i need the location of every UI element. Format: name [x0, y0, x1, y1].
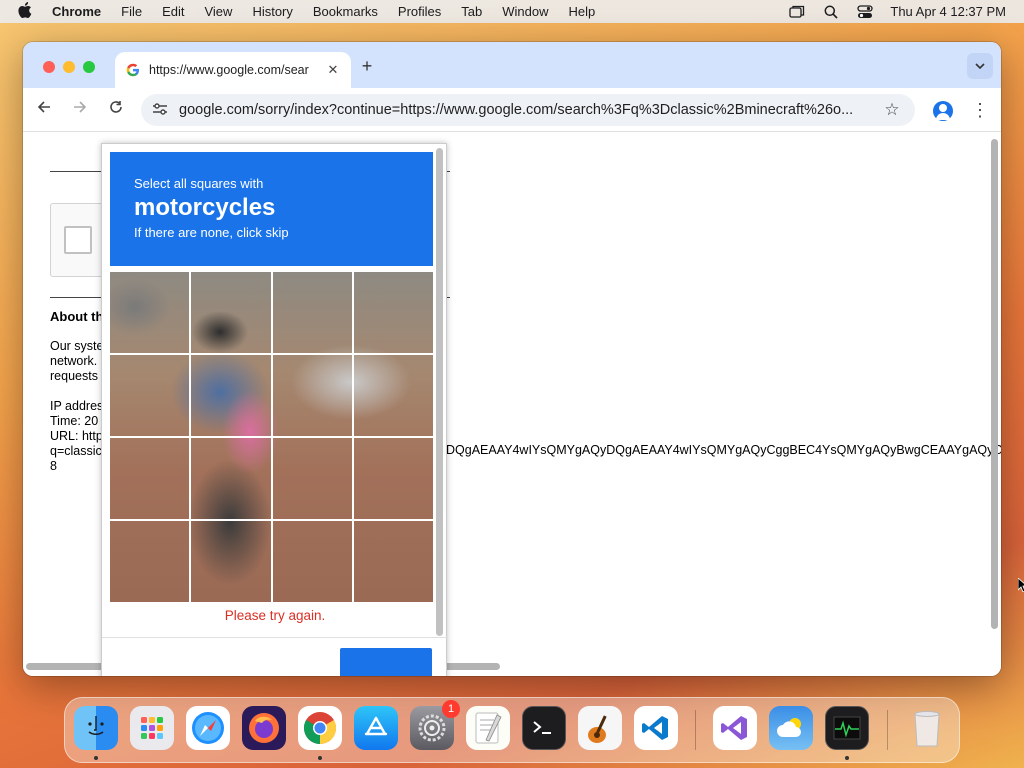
close-tab-icon[interactable]: ✕ — [325, 62, 341, 78]
bookmark-star-icon[interactable]: ☆ — [881, 100, 903, 120]
tab-strip: https://www.google.com/sear ✕ + — [23, 42, 1001, 88]
time-line: Time: 20 — [50, 414, 99, 428]
page-content: About th Our syste network. requests IP … — [23, 133, 1001, 676]
forward-button[interactable] — [70, 100, 90, 120]
captcha-tile[interactable] — [272, 355, 352, 436]
paragraph-line: requests — [50, 369, 98, 383]
menubar-clock[interactable]: Thu Apr 4 12:37 PM — [890, 4, 1006, 19]
captcha-skip-hint: If there are none, click skip — [134, 225, 289, 240]
trash-icon[interactable] — [905, 706, 949, 750]
captcha-tile[interactable] — [191, 272, 271, 353]
menu-chrome[interactable]: Chrome — [52, 4, 101, 19]
menu-view[interactable]: View — [204, 4, 232, 19]
appstore-icon[interactable] — [354, 706, 398, 750]
garageband-icon[interactable] — [578, 706, 622, 750]
launchpad-icon[interactable] — [130, 706, 174, 750]
site-info-icon[interactable] — [151, 102, 169, 119]
captcha-tile[interactable] — [191, 355, 271, 436]
captcha-target-object: motorcycles — [134, 194, 276, 221]
close-window-button[interactable] — [43, 61, 55, 73]
visualstudio-icon[interactable] — [713, 706, 757, 750]
dock-separator — [887, 710, 888, 750]
menu-bookmarks[interactable]: Bookmarks — [313, 4, 378, 19]
running-indicator — [94, 756, 98, 760]
url-continuation-text: DQgAEAAY4wIYsQMYgAQyDQgAEAAY4wIYsQMYgAQy… — [446, 443, 1001, 457]
firefox-icon[interactable] — [242, 706, 286, 750]
captcha-tile[interactable] — [353, 355, 433, 436]
apple-menu-icon[interactable] — [18, 1, 34, 22]
captcha-instruction: Select all squares with — [134, 176, 264, 191]
browser-toolbar: google.com/sorry/index?continue=https://… — [23, 88, 1001, 132]
dock-separator — [695, 710, 696, 750]
captcha-tile[interactable] — [353, 438, 433, 519]
running-indicator — [318, 756, 322, 760]
chrome-menu-icon[interactable]: ⋮ — [971, 100, 989, 120]
menu-help[interactable]: Help — [569, 4, 596, 19]
captcha-tile[interactable] — [191, 521, 271, 602]
running-indicator — [845, 756, 849, 760]
menu-file[interactable]: File — [121, 4, 142, 19]
tab-google-search[interactable]: https://www.google.com/sear ✕ — [115, 52, 351, 88]
captcha-footer-divider — [102, 637, 448, 638]
captcha-image-grid — [110, 272, 433, 602]
menu-window[interactable]: Window — [502, 4, 548, 19]
vscode-icon[interactable] — [634, 706, 678, 750]
query-line: q=classic — [50, 444, 102, 458]
tab-title: https://www.google.com/sear — [149, 63, 309, 77]
url-line: URL: http — [50, 429, 103, 443]
minimize-window-button[interactable] — [63, 61, 75, 73]
chrome-window: https://www.google.com/sear ✕ + google.c… — [23, 42, 1001, 676]
activitymonitor-icon[interactable] — [825, 706, 869, 750]
menu-history[interactable]: History — [252, 4, 292, 19]
vertical-scrollbar[interactable] — [991, 139, 998, 629]
captcha-tile[interactable] — [272, 438, 352, 519]
new-tab-button[interactable]: + — [357, 56, 377, 76]
reload-button[interactable] — [106, 100, 126, 120]
captcha-challenge-dialog: Select all squares with motorcycles If t… — [101, 143, 448, 676]
address-bar[interactable]: google.com/sorry/index?continue=https://… — [141, 94, 915, 126]
notification-badge: 1 — [442, 700, 460, 718]
google-favicon-icon — [125, 62, 141, 78]
ip-address-line: IP addres — [50, 399, 104, 413]
tab-search-button[interactable] — [967, 53, 993, 79]
about-heading: About th — [50, 309, 104, 324]
menu-tab[interactable]: Tab — [461, 4, 482, 19]
textedit-icon[interactable] — [466, 706, 510, 750]
number-line: 8 — [50, 459, 57, 473]
captcha-tile[interactable] — [353, 521, 433, 602]
weather-icon[interactable] — [769, 706, 813, 750]
menu-edit[interactable]: Edit — [162, 4, 184, 19]
profile-avatar-icon[interactable] — [933, 101, 953, 121]
menu-bar: Chrome File Edit View History Bookmarks … — [0, 0, 1024, 23]
back-button[interactable] — [34, 100, 54, 120]
zoom-window-button[interactable] — [83, 61, 95, 73]
recaptcha-checkbox[interactable] — [64, 226, 92, 254]
terminal-icon[interactable] — [522, 706, 566, 750]
menu-profiles[interactable]: Profiles — [398, 4, 441, 19]
mouse-cursor-icon — [1017, 577, 1024, 595]
captcha-tile[interactable] — [191, 438, 271, 519]
captcha-error-message: Please try again. — [224, 608, 326, 623]
control-center-icon[interactable] — [856, 4, 874, 19]
safari-icon[interactable] — [186, 706, 230, 750]
window-switcher-icon[interactable] — [788, 5, 806, 19]
captcha-tile[interactable] — [272, 272, 352, 353]
captcha-header: Select all squares with motorcycles If t… — [110, 152, 433, 266]
captcha-tile[interactable] — [272, 521, 352, 602]
paragraph-line: network. — [50, 354, 98, 368]
url-text[interactable]: google.com/sorry/index?continue=https://… — [179, 102, 873, 118]
captcha-tile[interactable] — [353, 272, 433, 353]
captcha-scrollbar[interactable] — [436, 148, 443, 636]
dock: 1 — [64, 697, 960, 763]
captcha-verify-button[interactable] — [340, 648, 432, 676]
captcha-tile[interactable] — [110, 438, 190, 519]
settings-icon[interactable]: 1 — [410, 700, 460, 750]
finder-icon[interactable] — [74, 706, 118, 750]
spotlight-search-icon[interactable] — [822, 5, 840, 19]
captcha-tile[interactable] — [110, 521, 190, 602]
captcha-tile[interactable] — [110, 272, 190, 353]
paragraph-line: Our syste — [50, 339, 104, 353]
chrome-icon[interactable] — [298, 706, 342, 750]
captcha-tile[interactable] — [110, 355, 190, 436]
